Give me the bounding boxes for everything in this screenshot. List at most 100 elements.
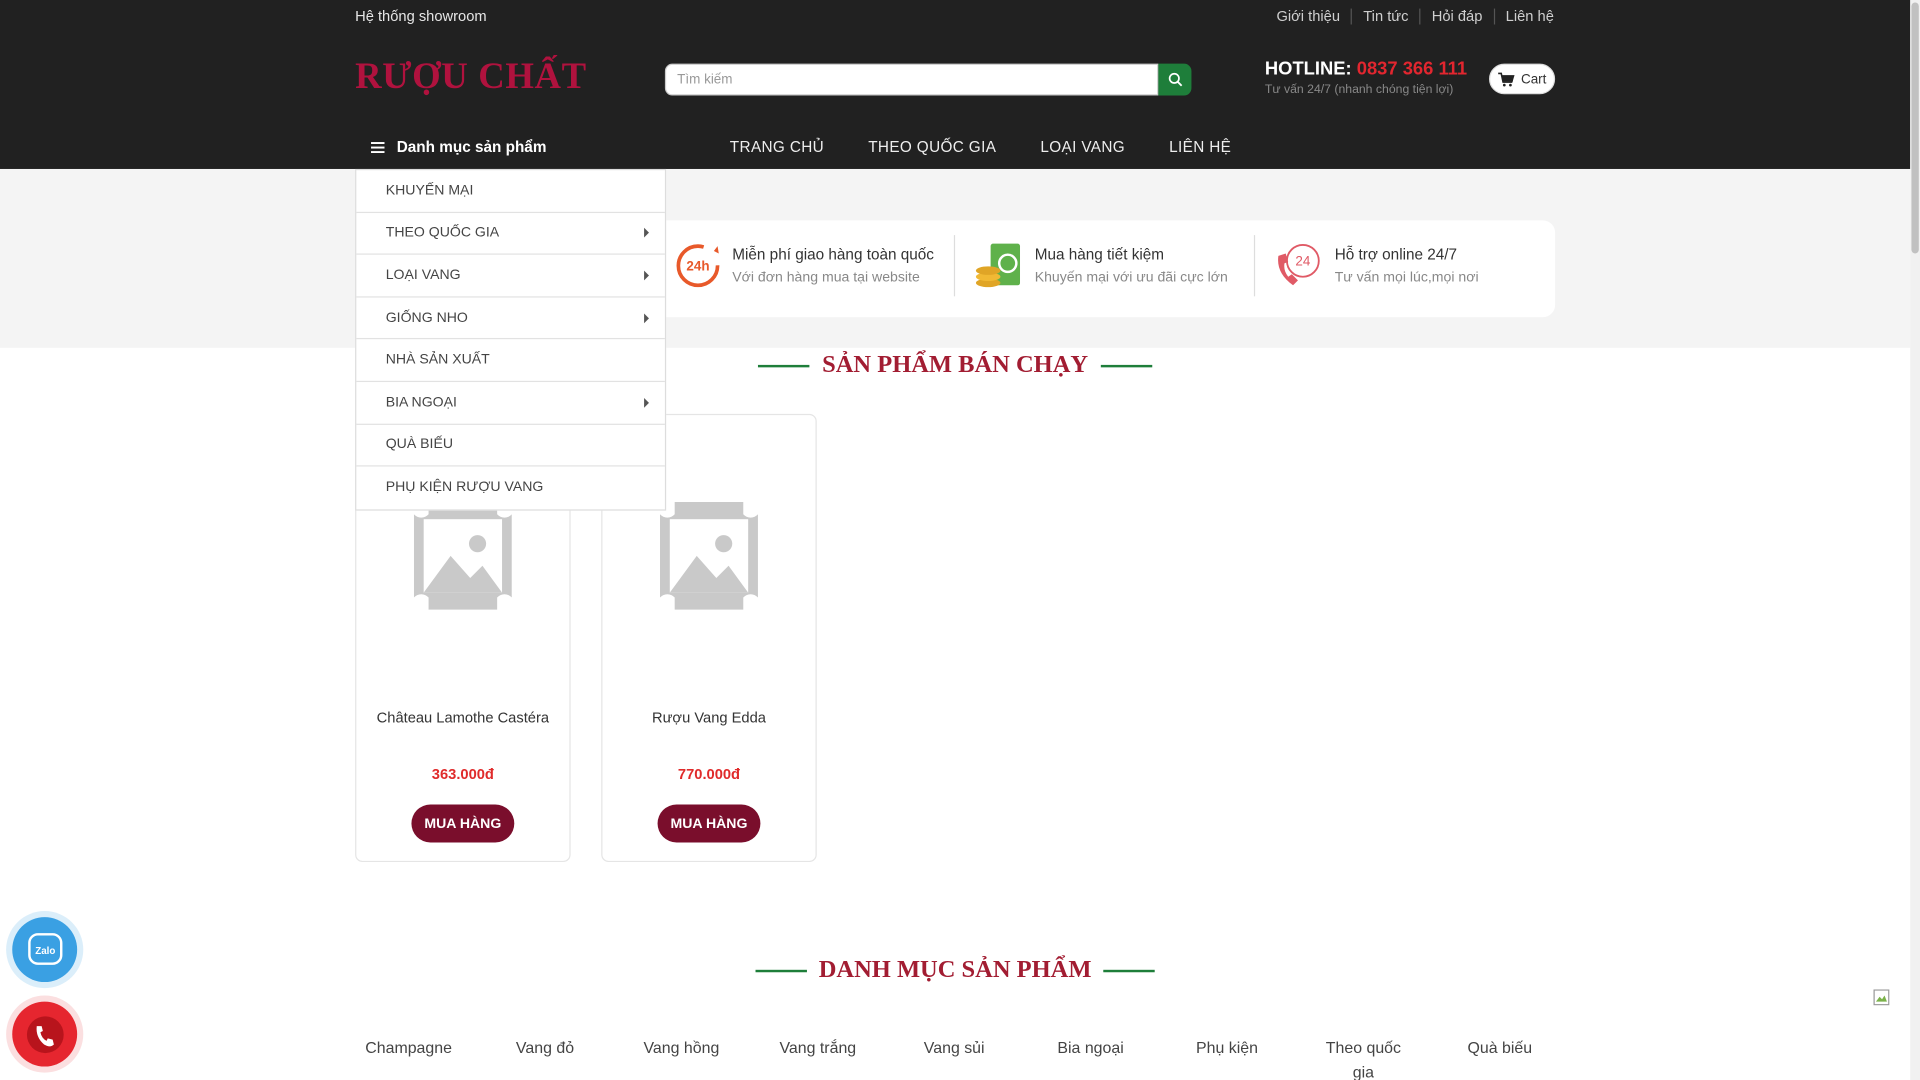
dropdown-item-producer[interactable]: NHÀ SẢN XUẤT — [356, 340, 665, 383]
search-bar — [664, 63, 1192, 96]
nav-wine-type[interactable]: LOẠI VANG — [1018, 138, 1147, 155]
product-price: 770.000đ — [677, 765, 741, 783]
buy-button[interactable]: MUA HÀNG — [411, 804, 515, 843]
svg-text:24: 24 — [1295, 254, 1310, 269]
dropdown-item-label: NHÀ SẢN XUẤT — [385, 352, 490, 368]
feature-divider — [1253, 235, 1256, 297]
page-scrollbar[interactable] — [1910, 0, 1920, 1080]
product-name[interactable]: Château Lamothe Castéra — [356, 709, 569, 726]
top-link-about[interactable]: Giới thiệu — [1265, 8, 1351, 25]
dropdown-item-label: BIA NGOẠI — [385, 395, 457, 410]
caret-right-icon — [644, 270, 649, 281]
categories-title: DANH MỤC SẢN PHẨM — [818, 956, 1092, 984]
dropdown-item-label: KHUYẾN MẠI — [385, 183, 474, 199]
delivery-24h-icon: 24h — [676, 244, 720, 288]
main-nav-links: TRANG CHỦ THEO QUỐC GIA LOẠI VANG LIÊN H… — [708, 125, 1254, 169]
feature-savings: Mua hàng tiết kiệm Khuyến mại với ưu đãi… — [973, 235, 1228, 296]
bestseller-heading: SẢN PHẨM BÁN CHẠY — [0, 351, 1910, 379]
dropdown-item-gifts[interactable]: QUÀ BIẾU — [356, 424, 665, 467]
heading-line — [758, 364, 810, 367]
hotline: HOTLINE: 0837 366 111 — [1265, 59, 1467, 80]
phone-icon — [26, 1015, 64, 1053]
category-item-champagne[interactable]: Champagne — [340, 1036, 476, 1080]
heading-line — [1100, 364, 1152, 367]
features-box: 24h Miễn phí giao hàng toàn quốc Với đơn… — [661, 220, 1556, 318]
svg-text:Zalo: Zalo — [35, 945, 55, 956]
category-item-rose-wine[interactable]: Vang hồng — [613, 1036, 749, 1080]
dropdown-item-beer[interactable]: BIA NGOẠI — [356, 382, 665, 425]
main-navbar: Danh mục sản phẩm TRANG CHỦ THEO QUỐC GI… — [0, 125, 1910, 169]
search-icon — [1168, 72, 1182, 87]
dropdown-item-label: QUÀ BIẾU — [385, 437, 454, 453]
dropdown-item-label: GIỐNG NHO — [385, 310, 468, 326]
product-price: 363.000đ — [431, 765, 494, 783]
feature-title: Mua hàng tiết kiệm — [1034, 246, 1165, 264]
call-button[interactable] — [12, 1001, 78, 1067]
dropdown-item-label: PHỤ KIỆN RƯỢU VANG — [385, 480, 544, 496]
scrollbar-thumb[interactable] — [1911, 2, 1919, 254]
feature-title: Miễn phí giao hàng toàn quốc — [732, 246, 934, 264]
category-item-sparkling[interactable]: Vang sủi — [886, 1036, 1022, 1080]
feature-divider — [953, 235, 956, 297]
phone-24-icon: 24 — [1278, 243, 1320, 286]
dropdown-item-grape[interactable]: GIỐNG NHO — [356, 297, 665, 340]
caret-right-icon — [644, 312, 649, 323]
caret-right-icon — [644, 228, 649, 239]
broken-image-icon — [1873, 989, 1890, 1006]
top-link-contact[interactable]: Liên hệ — [1493, 8, 1554, 25]
hotline-subtext: Tư vấn 24/7 (nhanh chóng tiện lợi) — [1264, 83, 1454, 97]
money-coins-icon — [975, 243, 1021, 288]
site-header: Hệ thống showroom Giới thiệu Tin tức Hỏi… — [0, 0, 1911, 169]
dropdown-item-promotion[interactable]: KHUYẾN MẠI — [356, 170, 665, 213]
image-placeholder-icon — [660, 502, 758, 610]
category-list: Champagne Vang đỏ Vang hồng Vang trắng V… — [340, 1036, 1568, 1080]
feature-subtitle: Tư vấn mọi lúc,mọi nơi — [1334, 270, 1479, 286]
svg-text:24h: 24h — [686, 259, 709, 274]
nav-home[interactable]: TRANG CHỦ — [708, 138, 846, 155]
heading-line — [755, 969, 807, 972]
cart-icon — [1498, 72, 1515, 86]
search-button[interactable] — [1158, 63, 1192, 96]
categories-heading: DANH MỤC SẢN PHẨM — [0, 956, 1910, 984]
zalo-icon: Zalo — [27, 932, 62, 965]
cart-label: Cart — [1520, 71, 1547, 87]
dropdown-item-label: LOẠI VANG — [385, 268, 461, 283]
category-item-beer[interactable]: Bia ngoại — [1022, 1036, 1158, 1080]
hotline-number[interactable]: 0837 366 111 — [1357, 59, 1467, 80]
hotline-label: HOTLINE: — [1264, 58, 1352, 80]
hamburger-icon — [371, 141, 385, 153]
product-name[interactable]: Rượu Vang Edda — [602, 709, 815, 726]
top-links: Giới thiệu Tin tức Hỏi đáp Liên hệ — [1265, 8, 1554, 25]
zalo-chat-button[interactable]: Zalo — [12, 917, 78, 983]
caret-right-icon — [644, 397, 649, 408]
showroom-link[interactable]: Hệ thống showroom — [355, 7, 486, 24]
category-item-red-wine[interactable]: Vang đỏ — [477, 1036, 613, 1080]
back-to-top-button[interactable] — [1873, 989, 1890, 1006]
buy-button[interactable]: MUA HÀNG — [657, 804, 761, 843]
category-item-gifts[interactable]: Quà biếu — [1432, 1036, 1568, 1080]
feature-title: Hỗ trợ online 24/7 — [1334, 246, 1458, 264]
dropdown-item-accessories[interactable]: PHỤ KIỆN RƯỢU VANG — [356, 467, 665, 509]
top-link-faq[interactable]: Hỏi đáp — [1419, 8, 1494, 25]
feature-free-shipping: 24h Miễn phí giao hàng toàn quốc Với đơn… — [673, 235, 934, 296]
category-item-by-country[interactable]: Theo quốc gia — [1295, 1036, 1431, 1080]
site-logo[interactable]: RƯỢU CHẤT — [355, 56, 587, 98]
heading-line — [1103, 969, 1156, 972]
category-dropdown: KHUYẾN MẠI THEO QUỐC GIA LOẠI VANG GIỐNG… — [355, 168, 667, 511]
feature-subtitle: Với đơn hàng mua tại website — [732, 270, 920, 286]
top-link-news[interactable]: Tin tức — [1351, 8, 1419, 25]
category-item-white-wine[interactable]: Vang trắng — [750, 1036, 886, 1080]
nav-contact[interactable]: LIÊN HỆ — [1147, 138, 1253, 155]
category-item-accessories[interactable]: Phụ kiện — [1159, 1036, 1295, 1080]
image-placeholder-icon — [413, 502, 512, 610]
nav-by-country[interactable]: THEO QUỐC GIA — [846, 138, 1018, 155]
search-input[interactable] — [664, 63, 1159, 96]
dropdown-item-wine-type[interactable]: LOẠI VANG — [356, 255, 665, 298]
dropdown-item-by-country[interactable]: THEO QUỐC GIA — [356, 213, 665, 255]
dropdown-item-label: THEO QUỐC GIA — [385, 225, 500, 241]
cart-button[interactable]: Cart — [1488, 63, 1556, 95]
feature-subtitle: Khuyến mại với ưu đãi cực lớn — [1034, 270, 1228, 286]
bestseller-title: SẢN PHẨM BÁN CHẠY — [822, 351, 1089, 379]
category-menu-button[interactable]: Danh mục sản phẩm — [355, 125, 666, 169]
feature-support: 24 Hỗ trợ online 24/7 Tư vấn mọi lúc,mọi… — [1273, 235, 1479, 296]
